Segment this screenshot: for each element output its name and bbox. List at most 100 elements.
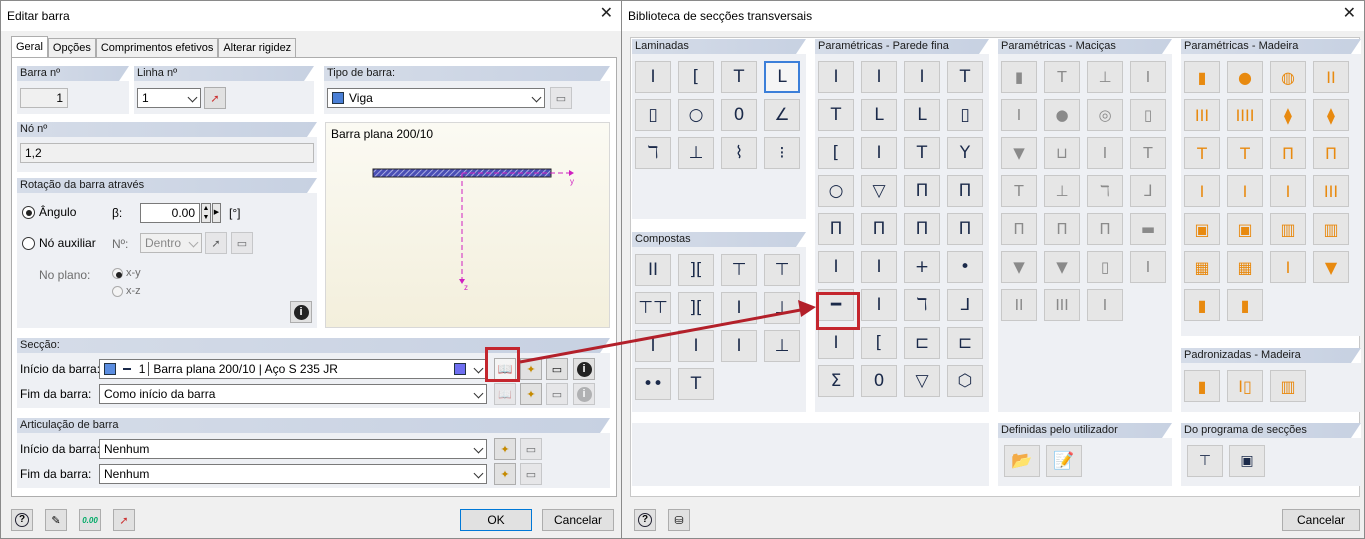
section-shape-button[interactable]: ▣ bbox=[1227, 213, 1263, 245]
close-icon[interactable]: ✕ bbox=[600, 6, 613, 22]
section-info-button[interactable]: i bbox=[573, 358, 595, 380]
shape-massive-button[interactable]: ▣ bbox=[1229, 445, 1265, 477]
section-shape-button[interactable]: I bbox=[861, 289, 897, 321]
section-shape-button[interactable]: ⁝ bbox=[764, 137, 800, 169]
section-shape-button[interactable]: T bbox=[1044, 61, 1080, 93]
section-shape-button[interactable]: ⊤ bbox=[764, 254, 800, 286]
section-shape-button[interactable]: ▦ bbox=[1227, 251, 1263, 283]
section-shape-button[interactable]: ⊏ bbox=[947, 327, 983, 359]
art-inicio-edit-button[interactable]: ▭ bbox=[520, 438, 542, 460]
section-shape-button[interactable]: III bbox=[1313, 175, 1349, 207]
section-shape-button[interactable]: [ bbox=[861, 327, 897, 359]
section-shape-button[interactable]: ● bbox=[1227, 61, 1263, 93]
section-shape-button[interactable]: I bbox=[818, 251, 854, 283]
section-shape-button[interactable]: I bbox=[861, 251, 897, 283]
open-user-section-button[interactable]: 📂 bbox=[1004, 445, 1040, 477]
section-shape-button[interactable]: ⊥ bbox=[764, 330, 800, 362]
art-inicio-select[interactable]: Nenhum bbox=[99, 439, 487, 459]
section-shape-button[interactable]: ⊥ bbox=[764, 292, 800, 324]
section-shape-button[interactable]: ▼ bbox=[1044, 251, 1080, 283]
section-shape-button[interactable]: ▯ bbox=[947, 99, 983, 131]
section-shape-button[interactable]: ⧫ bbox=[1270, 99, 1306, 131]
section-shape-button[interactable]: ⧫ bbox=[1313, 99, 1349, 131]
beta-spinner[interactable]: ▲ ▼ bbox=[201, 203, 211, 223]
fim-edit-button[interactable]: ▭ bbox=[546, 383, 568, 405]
section-shape-button[interactable]: T bbox=[904, 137, 940, 169]
section-shape-button[interactable]: 0 bbox=[861, 365, 897, 397]
section-shape-button[interactable]: I bbox=[1184, 175, 1220, 207]
section-shape-button[interactable]: Π bbox=[947, 175, 983, 207]
section-shape-button[interactable]: ● bbox=[1044, 99, 1080, 131]
section-shape-button[interactable]: I bbox=[1130, 251, 1166, 283]
close-icon[interactable]: ✕ bbox=[1343, 6, 1356, 22]
section-shape-button[interactable]: Π bbox=[1087, 213, 1123, 245]
new-node-button[interactable]: ▭ bbox=[231, 232, 253, 254]
section-shape-button[interactable]: ▯ bbox=[1130, 99, 1166, 131]
beta-input[interactable]: 0.00 bbox=[140, 203, 200, 223]
section-shape-button[interactable]: Π bbox=[904, 175, 940, 207]
library-cancel-button[interactable]: Cancelar bbox=[1282, 509, 1360, 531]
section-shape-button[interactable]: I bbox=[1001, 99, 1037, 131]
section-shape-button[interactable]: Π bbox=[947, 213, 983, 245]
section-shape-button[interactable]: I bbox=[861, 61, 897, 93]
xy-radio[interactable] bbox=[112, 268, 123, 279]
fim-new-button[interactable]: ✦ bbox=[520, 383, 542, 405]
section-shape-button[interactable]: L bbox=[861, 99, 897, 131]
section-shape-button[interactable]: ▥ bbox=[1270, 213, 1306, 245]
art-inicio-new-button[interactable]: ✦ bbox=[494, 438, 516, 460]
section-shape-button[interactable]: ○ bbox=[678, 99, 714, 131]
section-shape-button[interactable]: ◍ bbox=[1270, 61, 1306, 93]
tab-rigidez[interactable]: Alterar rigidez bbox=[218, 38, 297, 57]
section-shape-button[interactable]: III bbox=[1044, 289, 1080, 321]
section-shape-button[interactable]: I bbox=[635, 330, 671, 362]
section-shape-button[interactable]: L bbox=[764, 61, 800, 93]
cancel-button[interactable]: Cancelar bbox=[542, 509, 614, 531]
help-button[interactable]: ? bbox=[634, 509, 656, 531]
section-shape-button[interactable]: ][ bbox=[678, 292, 714, 324]
section-shape-button[interactable]: + bbox=[904, 251, 940, 283]
shape-thin-button[interactable]: ⊤ bbox=[1187, 445, 1223, 477]
section-shape-button[interactable]: ⊥ bbox=[1044, 175, 1080, 207]
xz-radio[interactable] bbox=[112, 286, 123, 297]
new-section-button[interactable]: ✦ bbox=[520, 358, 542, 380]
section-shape-button[interactable]: •• bbox=[635, 368, 671, 400]
edit-type-button[interactable]: ▭ bbox=[550, 87, 572, 109]
section-shape-button[interactable]: ◎ bbox=[1087, 99, 1123, 131]
section-shape-button[interactable]: ▽ bbox=[904, 365, 940, 397]
section-shape-button[interactable]: ▯ bbox=[1087, 251, 1123, 283]
section-shape-button[interactable]: I bbox=[678, 330, 714, 362]
art-fim-new-button[interactable]: ✦ bbox=[494, 463, 516, 485]
section-shape-button[interactable]: ⊥ bbox=[1087, 61, 1123, 93]
fim-library-button[interactable]: 📖 bbox=[494, 383, 516, 405]
section-shape-button[interactable]: I bbox=[818, 61, 854, 93]
linha-n-select[interactable]: 1 bbox=[137, 88, 201, 108]
section-shape-button[interactable]: ᒧ bbox=[947, 289, 983, 321]
section-shape-button[interactable]: II bbox=[1313, 61, 1349, 93]
section-shape-button[interactable]: ᒧ bbox=[1130, 175, 1166, 207]
section-shape-button[interactable]: I bbox=[818, 327, 854, 359]
section-shape-button[interactable]: Π bbox=[1001, 213, 1037, 245]
info-button[interactable]: i bbox=[290, 301, 312, 323]
section-shape-button[interactable]: I bbox=[721, 330, 757, 362]
section-shape-button[interactable]: ⊥ bbox=[678, 137, 714, 169]
section-shape-button[interactable]: Π bbox=[1044, 213, 1080, 245]
section-shape-button[interactable]: ▼ bbox=[1313, 251, 1349, 283]
section-shape-button[interactable]: T bbox=[1227, 137, 1263, 169]
section-shape-button[interactable]: II bbox=[635, 254, 671, 286]
tab-comprimentos[interactable]: Comprimentos efetivos bbox=[95, 38, 219, 57]
section-shape-button[interactable]: ][ bbox=[678, 254, 714, 286]
help-button[interactable]: ? bbox=[11, 509, 33, 531]
section-shape-button[interactable]: III bbox=[1184, 99, 1220, 131]
section-shape-button[interactable]: T bbox=[1001, 175, 1037, 207]
section-shape-button[interactable]: ℸ bbox=[635, 137, 671, 169]
section-shape-button[interactable]: ▮ bbox=[1184, 370, 1220, 402]
section-shape-button[interactable]: I▯ bbox=[1227, 370, 1263, 402]
section-shape-button[interactable]: ▣ bbox=[1184, 213, 1220, 245]
section-shape-button[interactable]: ▮ bbox=[1184, 61, 1220, 93]
section-shape-button[interactable]: ⊏ bbox=[904, 327, 940, 359]
edit-user-section-button[interactable]: 📝 bbox=[1046, 445, 1082, 477]
section-shape-button[interactable]: Π bbox=[861, 213, 897, 245]
section-shape-button[interactable]: I bbox=[1227, 175, 1263, 207]
section-shape-button[interactable]: ▮ bbox=[1184, 289, 1220, 321]
section-shape-button[interactable]: ℸ bbox=[904, 289, 940, 321]
